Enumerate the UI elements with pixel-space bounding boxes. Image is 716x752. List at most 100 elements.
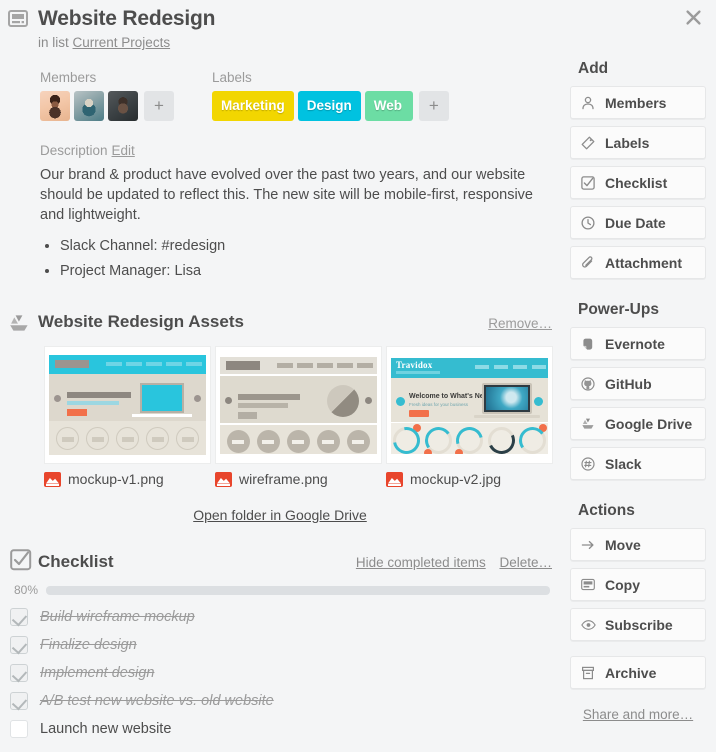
member-avatar-2[interactable] [74, 91, 104, 121]
sidebar-item-copy[interactable]: Copy [570, 568, 706, 601]
eye-icon [581, 619, 601, 631]
checkbox-checked[interactable] [10, 692, 28, 710]
member-avatar-1[interactable] [40, 91, 70, 121]
checklist-actions: Hide completed items Delete… [346, 555, 552, 570]
checklist-item[interactable]: Implement design [0, 659, 560, 687]
members-list: + [40, 91, 174, 121]
description-section: Description Edit Our brand & product have… [40, 143, 535, 284]
slack-icon [581, 456, 601, 471]
sidebar-item-label: Attachment [605, 254, 683, 271]
mockup-v2-thumbnail[interactable]: Travidox Welcome to What's Next Fresh id… [386, 346, 553, 464]
sidebar-item-subscribe[interactable]: Subscribe [570, 608, 706, 641]
image-file-icon [386, 471, 403, 487]
add-member-button[interactable]: + [144, 91, 174, 121]
attachment-filename-row: wireframe.png [215, 471, 382, 487]
attachment-filename-row: mockup-v1.png [44, 471, 211, 487]
checklist-item-label: A/B test new website vs. old website [40, 693, 274, 709]
in-list-prefix: in list [38, 35, 69, 50]
list-link[interactable]: Current Projects [73, 35, 171, 50]
sidebar-item-github[interactable]: GitHub [570, 367, 706, 400]
attachment-filename: mockup-v1.png [68, 471, 164, 487]
sidebar-item-label: Due Date [605, 214, 666, 231]
attachment-thumbnails: mockup-v1.png wireframe.png Travidox Wel… [44, 346, 560, 487]
checkbox-checked[interactable] [10, 608, 28, 626]
sidebar-item-move[interactable]: Move [570, 528, 706, 561]
labels-list: Marketing Design Web + [212, 91, 449, 121]
checklist-item-label: Build wireframe mockup [40, 609, 195, 625]
sidebar-item-slack[interactable]: Slack [570, 447, 706, 480]
sidebar-item-label: GitHub [605, 375, 652, 392]
thumbnail-headline: Welcome to What's Next [409, 393, 490, 400]
checklist-item-label: Launch new website [40, 721, 172, 737]
member-avatar-3[interactable] [108, 91, 138, 121]
attachment-filename: mockup-v2.jpg [410, 471, 502, 487]
archive-icon [581, 666, 601, 680]
sidebar-item-evernote[interactable]: Evernote [570, 327, 706, 360]
members-label: Members [40, 70, 97, 85]
sidebar-item-labels[interactable]: Labels [570, 126, 706, 159]
progress-bar-track [46, 585, 550, 595]
checklist-progress: 80% [4, 583, 560, 597]
sidebar-item-label: Members [605, 94, 667, 111]
sidebar-heading-actions: Actions [578, 502, 635, 519]
attachment-item: wireframe.png [215, 346, 382, 487]
card-icon [8, 10, 28, 32]
card-detail-window: Website Redesign in list Current Project… [0, 0, 716, 752]
sidebar-heading-add: Add [578, 60, 609, 77]
share-and-more-link[interactable]: Share and more… [570, 707, 706, 722]
sidebar-item-members[interactable]: Members [570, 86, 706, 119]
checklist-item[interactable]: A/B test new website vs. old website [0, 687, 560, 715]
label-chip-marketing[interactable]: Marketing [212, 91, 294, 121]
description-bullets: Slack Channel: #redesign Project Manager… [60, 234, 535, 284]
sidebar-item-label: Slack [605, 455, 642, 472]
label-chip-web[interactable]: Web [364, 91, 413, 121]
attachments-header: Website Redesign Assets Remove… [8, 312, 560, 338]
add-label-button[interactable]: + [418, 91, 449, 121]
attachment-filename: wireframe.png [239, 471, 328, 487]
checkbox-unchecked[interactable] [10, 720, 28, 738]
checkbox-icon [581, 175, 601, 190]
attachment-item: Travidox Welcome to What's Next Fresh id… [386, 346, 553, 487]
image-file-icon [44, 471, 61, 487]
open-folder-link[interactable]: Open folder in Google Drive [0, 507, 560, 523]
sidebar-item-google-drive[interactable]: Google Drive [570, 407, 706, 440]
mockup-v1-thumbnail[interactable] [44, 346, 211, 464]
checklist-item-label: Implement design [40, 665, 155, 681]
attachment-filename-row: mockup-v2.jpg [386, 471, 553, 487]
checkbox-checked[interactable] [10, 636, 28, 654]
delete-checklist-link[interactable]: Delete… [499, 555, 552, 570]
wireframe-thumbnail[interactable] [215, 346, 382, 464]
checklist-icon [10, 549, 32, 576]
checklist-item-label: Finalize design [40, 637, 137, 653]
sidebar-divider [570, 648, 706, 656]
description-edit-link[interactable]: Edit [112, 143, 135, 158]
sidebar-item-attachment[interactable]: Attachment [570, 246, 706, 279]
attachment-remove-link[interactable]: Remove… [488, 316, 552, 331]
members-labels-row: Members + Labels Marketing Design Web + [40, 70, 560, 121]
label-chip-design[interactable]: Design [297, 91, 361, 121]
clock-icon [581, 215, 601, 230]
sidebar-item-label: Copy [605, 576, 640, 593]
google-drive-icon [581, 417, 601, 431]
image-file-icon [215, 471, 232, 487]
arrow-right-icon [581, 538, 601, 552]
sidebar-item-archive[interactable]: Archive [570, 656, 706, 689]
labels-section: Labels Marketing Design Web + [212, 70, 449, 121]
sidebar-item-due-date[interactable]: Due Date [570, 206, 706, 239]
evernote-icon [581, 337, 601, 351]
google-drive-icon [8, 314, 30, 339]
checklist-item[interactable]: Build wireframe mockup [0, 603, 560, 631]
breadcrumb: in list Current Projects [38, 35, 560, 50]
attachment-item: mockup-v1.png [44, 346, 211, 487]
sidebar-item-label: Google Drive [605, 415, 693, 432]
checklist-percent-label: 80% [13, 583, 38, 597]
hide-completed-link[interactable]: Hide completed items [356, 555, 486, 570]
thumbnail-subhead: Fresh ideas for your business [409, 402, 469, 407]
checklist-item[interactable]: Finalize design [0, 631, 560, 659]
card-icon [581, 578, 601, 591]
sidebar-item-checklist[interactable]: Checklist [570, 166, 706, 199]
card-sidebar: Add Members Labels Checklist Due Date At… [560, 0, 716, 752]
checklist-item[interactable]: Launch new website [0, 715, 560, 743]
checkbox-checked[interactable] [10, 664, 28, 682]
sidebar-item-label: Labels [605, 134, 650, 151]
